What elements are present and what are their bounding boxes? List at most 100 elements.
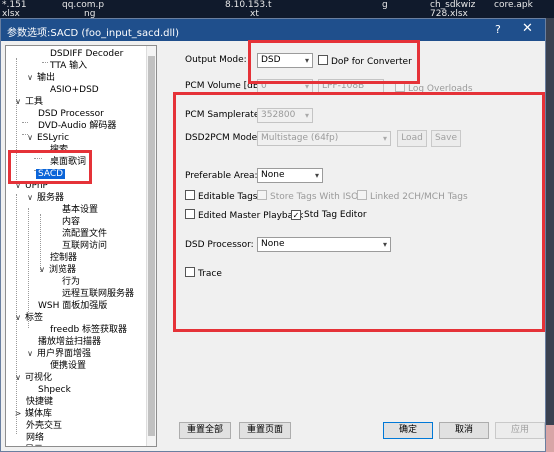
- tree-item-label: TTA 输入: [50, 61, 88, 71]
- tree-item-replaygain-scanner[interactable]: 播放增益扫描器: [38, 336, 101, 348]
- tree-item-wsh-panel-mod[interactable]: WSH 面板加强版: [38, 300, 107, 312]
- tree-item-desktop-lyrics[interactable]: 桌面歌词: [50, 156, 86, 168]
- tree-item-stream-profiles[interactable]: 流配置文件: [62, 228, 107, 240]
- tree-item-browser[interactable]: ∨ 浏览器: [38, 264, 76, 276]
- pcm-volume-select[interactable]: 0 ▾: [257, 79, 313, 94]
- log-overloads-checkbox[interactable]: Log Overloads: [395, 82, 473, 94]
- checkbox-box: [185, 190, 195, 200]
- expand-toggle-icon[interactable]: >: [14, 444, 22, 446]
- tree-item-shpeck[interactable]: Shpeck: [38, 384, 71, 396]
- tree-item-behavior[interactable]: 行为: [62, 276, 80, 288]
- expand-toggle-icon[interactable]: ∨: [26, 348, 34, 360]
- tree-item-search[interactable]: 搜索: [50, 144, 68, 156]
- dsd2pcm-mode-value: Multistage (64fp): [261, 133, 339, 143]
- tree-item-basic-settings[interactable]: 基本设置: [62, 204, 98, 216]
- expand-toggle-icon[interactable]: ∨: [14, 96, 22, 108]
- checkbox-box: [185, 209, 195, 219]
- apply-button[interactable]: 应用: [495, 422, 545, 439]
- tree-item-label: 流配置文件: [62, 229, 108, 239]
- tree-item-controller[interactable]: 控制器: [50, 252, 77, 264]
- store-tags-iso-label: Store Tags With ISO: [270, 192, 359, 202]
- tree-item-internet-access[interactable]: 互联网访问: [62, 240, 107, 252]
- output-mode-label: Output Mode:: [185, 55, 247, 65]
- tree-item-display[interactable]: >显示: [14, 444, 43, 446]
- ok-button[interactable]: 确定: [383, 422, 433, 439]
- editable-tags-checkbox[interactable]: Editable Tags: [185, 190, 257, 202]
- tree-item-visualization[interactable]: ∨ 可视化: [14, 372, 52, 384]
- title-bar[interactable]: 参数选项:SACD (foo_input_sacd.dll) ? ✕: [1, 19, 545, 41]
- tree-item-dsd-processor[interactable]: DSD Processor: [38, 108, 104, 120]
- tree-item-dsdiff-decoder[interactable]: DSDIFF Decoder: [50, 48, 123, 60]
- tree-item-sacd[interactable]: SACD: [36, 168, 66, 180]
- lpf-filter-select[interactable]: LPF-108B: [318, 79, 384, 94]
- editable-tags-label: Editable Tags: [198, 192, 258, 202]
- tree-item-label: WSH 面板加强版: [38, 301, 108, 311]
- expand-toggle-icon[interactable]: ∨: [26, 132, 34, 144]
- scrollbar-thumb[interactable]: [148, 56, 155, 436]
- tree-item-asio-dsd[interactable]: ASIO+DSD: [50, 84, 99, 96]
- dsd2pcm-mode-select[interactable]: Multistage (64fp) ▾: [257, 131, 391, 146]
- tree-item-output[interactable]: ∨ 输出: [26, 72, 55, 84]
- cancel-button[interactable]: 取消: [439, 422, 489, 439]
- expand-toggle-icon[interactable]: >: [14, 408, 22, 420]
- check-icon: ✓: [291, 210, 301, 220]
- log-overloads-label: Log Overloads: [408, 84, 473, 94]
- tree-item-portable-settings[interactable]: 便携设置: [50, 360, 86, 372]
- tree-item-label: freedb 标签获取器: [50, 325, 128, 335]
- tree-item-upnp[interactable]: ∨ UPnP: [14, 180, 48, 192]
- tree-item-label: UPnP: [25, 181, 48, 191]
- tree-scrollbar[interactable]: [146, 46, 156, 446]
- reset-page-button[interactable]: 重置页面: [239, 422, 291, 439]
- desktop-fragment: 8.10.153.t: [225, 0, 272, 10]
- tree-item-shell-integration[interactable]: 外壳交互: [26, 420, 62, 432]
- tree-item-server[interactable]: ∨ 服务器: [26, 192, 64, 204]
- checkbox-box: [257, 190, 267, 200]
- trace-checkbox[interactable]: Trace: [185, 267, 222, 279]
- tree-item-tags[interactable]: ∨ 标签: [14, 312, 43, 324]
- tree-item-tta-input[interactable]: TTA 输入: [50, 60, 87, 72]
- tree-item-label: DVD-Audio 解码器: [38, 121, 117, 131]
- tree-item-freedb-tagger[interactable]: freedb 标签获取器: [50, 324, 127, 336]
- tree-item-label: 标签: [25, 313, 44, 323]
- tree-item-label: DSDIFF Decoder: [50, 49, 124, 59]
- expand-toggle-icon[interactable]: ∨: [14, 180, 22, 192]
- tree-item-label: DSD Processor: [38, 109, 104, 119]
- expand-toggle-icon[interactable]: ∨: [26, 72, 34, 84]
- linked-2ch-mch-tags-checkbox[interactable]: Linked 2CH/MCH Tags: [357, 190, 468, 202]
- expand-toggle-icon[interactable]: ∨: [26, 192, 34, 204]
- store-tags-with-iso-checkbox[interactable]: Store Tags With ISO: [257, 190, 358, 202]
- tree-item-content[interactable]: 内容: [62, 216, 80, 228]
- tree-item-ui-enhancements[interactable]: ∨ 用户界面增强: [26, 348, 91, 360]
- pcm-samplerate-select[interactable]: 352800 ▾: [257, 108, 313, 123]
- checkbox-box: [395, 82, 405, 92]
- dsd-processor-select[interactable]: None ▾: [257, 237, 391, 252]
- tree-item-shortcuts[interactable]: 快捷键: [26, 396, 53, 408]
- dsd2pcm-mode-label: DSD2PCM Mode:: [185, 133, 261, 143]
- tree-item-networking[interactable]: 网络: [26, 432, 44, 444]
- close-icon[interactable]: ✕: [522, 21, 533, 36]
- edited-master-playback-checkbox[interactable]: Edited Master Playback: [185, 209, 303, 221]
- dop-for-converter-checkbox[interactable]: DoP for Converter: [318, 55, 412, 67]
- window-title: 参数选项:SACD (foo_input_sacd.dll): [7, 28, 179, 39]
- tree-item-remote-internet-servers[interactable]: 远程互联网服务器: [62, 288, 134, 300]
- tree-item-media-library[interactable]: > 媒体库: [14, 408, 52, 420]
- expand-toggle-icon[interactable]: ∨: [38, 264, 46, 276]
- pcm-samplerate-value: 352800: [261, 110, 296, 120]
- save-button[interactable]: Save: [431, 130, 461, 147]
- preferable-area-select[interactable]: None ▾: [257, 168, 323, 183]
- tree-item-dvd-audio-decoder[interactable]: DVD-Audio 解码器: [38, 120, 116, 132]
- expand-toggle-icon[interactable]: ∨: [14, 312, 22, 324]
- std-tag-editor-checkbox[interactable]: ✓ Std Tag Editor: [291, 209, 367, 221]
- load-button[interactable]: Load: [397, 130, 427, 147]
- std-tag-editor-label: Std Tag Editor: [304, 210, 367, 220]
- preferences-tree[interactable]: DSDIFF Decoder TTA 输入 ∨ 输出 ASIO+DSD ∨ 工具 D…: [5, 45, 157, 447]
- output-mode-select[interactable]: DSD ▾: [257, 53, 313, 68]
- tree-item-tools[interactable]: ∨ 工具: [14, 96, 43, 108]
- expand-toggle-icon[interactable]: ∨: [14, 372, 22, 384]
- help-button[interactable]: ?: [495, 23, 501, 36]
- tree-item-eslyric[interactable]: ∨ ESLyric: [26, 132, 69, 144]
- preferences-dialog: 参数选项:SACD (foo_input_sacd.dll) ? ✕ DSDIF…: [0, 18, 546, 452]
- reset-all-button[interactable]: 重置全部: [179, 422, 231, 439]
- dsd-processor-value: None: [261, 239, 285, 249]
- chevron-down-icon: ▾: [382, 240, 387, 249]
